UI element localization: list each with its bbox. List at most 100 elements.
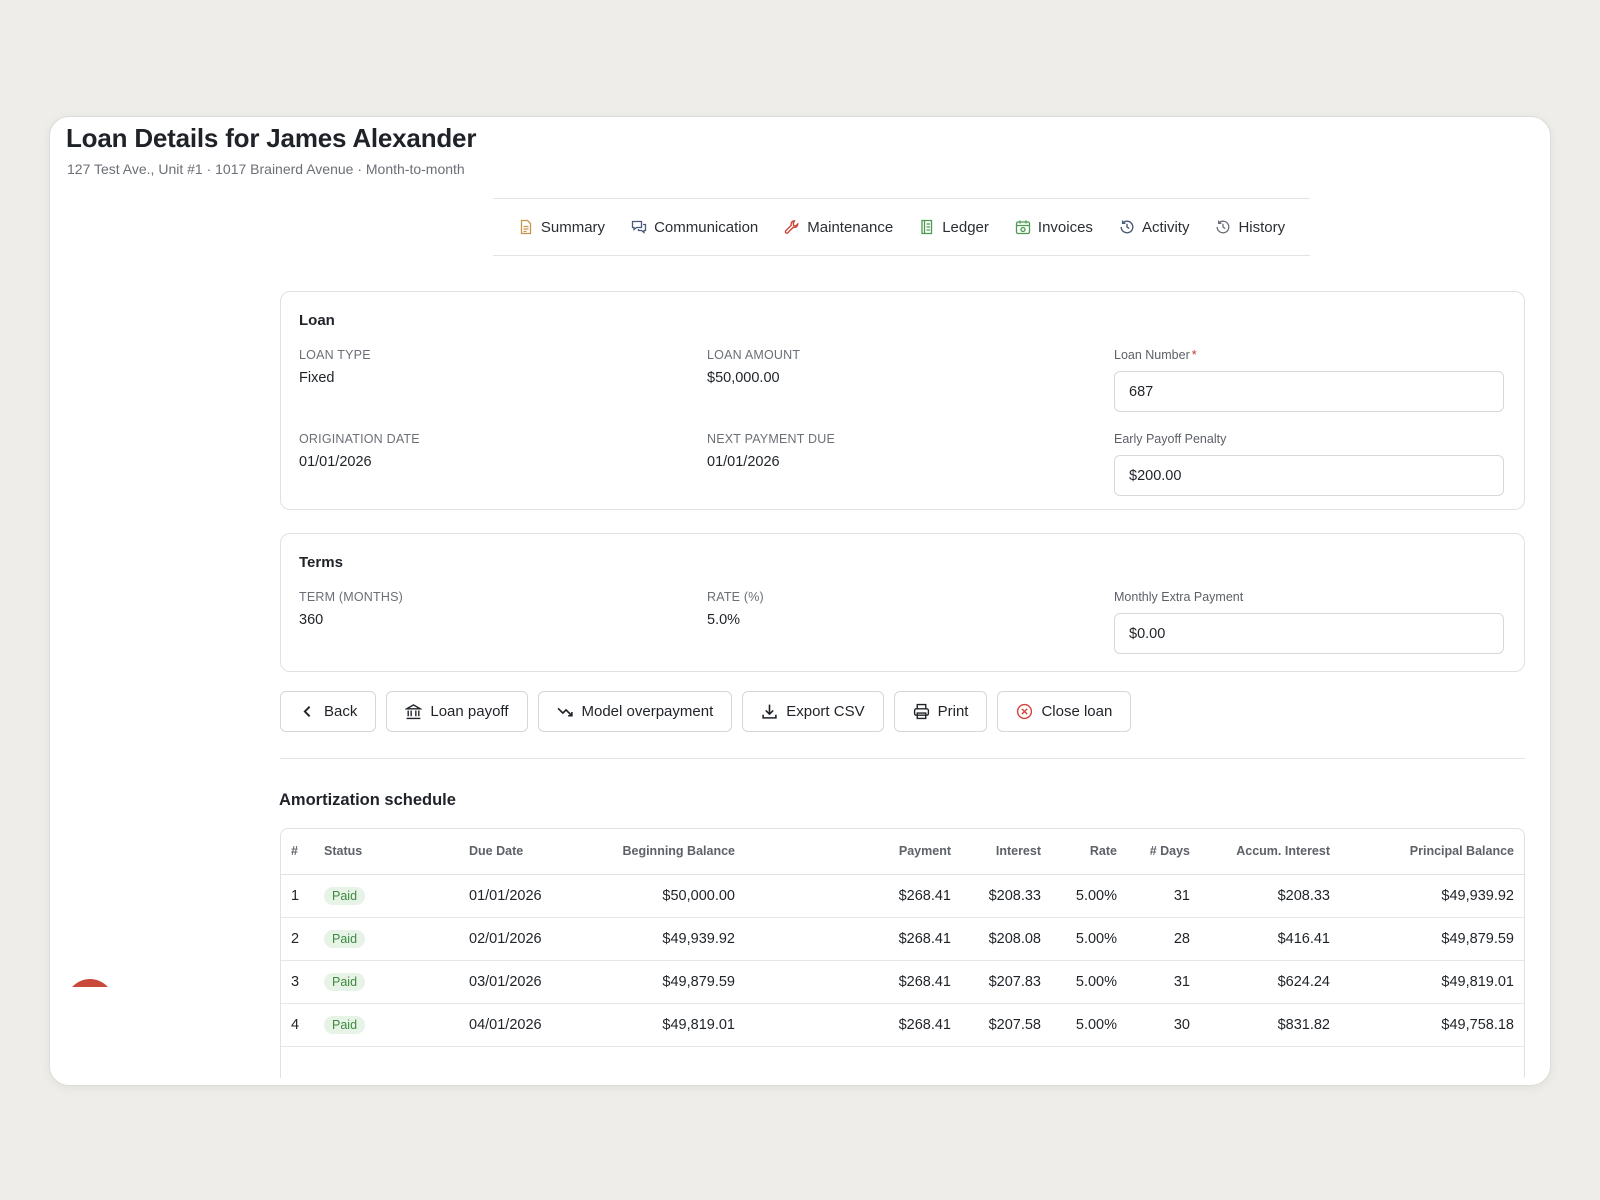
table-header-row: # Status Due Date Beginning Balance Paym… xyxy=(281,829,1524,875)
early-payoff-penalty-label: Early Payoff Penalty xyxy=(1114,432,1227,446)
tab-label: Invoices xyxy=(1037,218,1093,236)
tab-label: History xyxy=(1238,218,1286,236)
back-button[interactable]: Back xyxy=(280,691,377,732)
page-title: Loan Details for James Alexander xyxy=(66,123,477,153)
action-bar: Back Loan payoff Model overpayment Expor… xyxy=(280,691,1132,732)
interest: $207.83 xyxy=(951,960,1041,1004)
loan-number-label-text: Loan Number xyxy=(1114,348,1190,362)
loan-number-label: Loan Number * xyxy=(1114,348,1197,362)
loan-type-label: LOAN TYPE xyxy=(299,348,371,362)
calendar-icon xyxy=(1015,220,1031,235)
column-header[interactable]: Due Date xyxy=(469,829,564,875)
ledger-icon xyxy=(921,219,933,235)
loan-amount-label: LOAN AMOUNT xyxy=(707,348,801,362)
loan-payoff-button[interactable]: Loan payoff xyxy=(386,691,528,732)
row-number: 4 xyxy=(281,1003,324,1047)
due-date: 04/01/2026 xyxy=(469,1003,564,1047)
principal-balance: $49,879.59 xyxy=(1330,917,1524,961)
tab-label: Summary xyxy=(540,218,606,236)
column-header[interactable]: Beginning Balance xyxy=(564,829,735,875)
table-row[interactable]: 2 Paid 02/01/2026 $49,939.92 $268.41 $20… xyxy=(281,917,1524,961)
due-date: 02/01/2026 xyxy=(469,917,564,961)
interest: $208.33 xyxy=(951,874,1041,918)
days: 31 xyxy=(1117,960,1190,1004)
table-row[interactable]: 3 Paid 03/01/2026 $49,879.59 $268.41 $20… xyxy=(281,960,1524,1004)
printer-icon xyxy=(913,703,929,720)
chat-icon xyxy=(631,220,647,234)
terms-card: Terms TERM (MONTHS) 360 RATE (%) 5.0% Mo… xyxy=(280,533,1525,672)
accumulated-interest: $831.82 xyxy=(1190,1003,1330,1047)
button-label: Export CSV xyxy=(786,703,865,720)
term-value: 360 xyxy=(299,612,324,628)
bank-icon xyxy=(405,704,423,720)
row-number: 3 xyxy=(281,960,324,1004)
early-payoff-penalty-input[interactable] xyxy=(1114,455,1504,496)
accumulated-interest: $416.41 xyxy=(1190,917,1330,961)
column-header[interactable]: Status xyxy=(324,829,469,875)
days: 28 xyxy=(1117,917,1190,961)
tab-communication[interactable]: Communication xyxy=(618,219,771,236)
rate-value: 5.0% xyxy=(707,612,741,628)
principal-balance: $49,758.18 xyxy=(1330,1003,1524,1047)
payment: $268.41 xyxy=(735,917,951,961)
rate: 5.00% xyxy=(1041,874,1117,918)
tab-label: Communication xyxy=(654,218,759,236)
column-header[interactable]: Payment xyxy=(735,829,951,875)
status-badge: Paid xyxy=(324,886,366,905)
tab-maintenance[interactable]: Maintenance xyxy=(771,219,906,236)
loan-number-input[interactable] xyxy=(1114,371,1504,412)
column-header[interactable]: # xyxy=(281,829,324,875)
table-row[interactable]: 4 Paid 04/01/2026 $49,819.01 $268.41 $20… xyxy=(281,1003,1524,1047)
tab-summary[interactable]: Summary xyxy=(505,219,618,236)
principal-balance: $49,819.01 xyxy=(1330,960,1524,1004)
column-header[interactable]: # Days xyxy=(1117,829,1190,875)
export-csv-button[interactable]: Export CSV xyxy=(742,691,884,732)
status-badge: Paid xyxy=(324,972,366,991)
monthly-extra-payment-input[interactable] xyxy=(1114,613,1504,654)
interest: $208.08 xyxy=(951,917,1041,961)
card-title: Loan xyxy=(299,312,335,329)
tab-label: Activity xyxy=(1141,218,1190,236)
section-divider xyxy=(280,758,1525,759)
app-window: Loan Details for James Alexander 127 Tes… xyxy=(49,116,1551,1086)
beginning-balance: $50,000.00 xyxy=(564,874,735,918)
table-row xyxy=(281,1046,1524,1066)
download-icon xyxy=(762,704,777,719)
principal-balance: $49,939.92 xyxy=(1330,874,1524,918)
payment: $268.41 xyxy=(735,1003,951,1047)
term-label: TERM (MONTHS) xyxy=(299,590,403,604)
rate: 5.00% xyxy=(1041,1003,1117,1047)
monthly-extra-payment-label: Monthly Extra Payment xyxy=(1114,590,1244,604)
status-badge: Paid xyxy=(324,1015,366,1034)
tab-bar: Summary Communication Maintenance Ledger… xyxy=(493,198,1310,256)
model-overpayment-button[interactable]: Model overpayment xyxy=(537,691,733,732)
tab-ledger[interactable]: Ledger xyxy=(906,219,1002,236)
table-row[interactable]: 1 Paid 01/01/2026 $50,000.00 $268.41 $20… xyxy=(281,874,1524,918)
row-number: 1 xyxy=(281,874,324,918)
print-button[interactable]: Print xyxy=(893,691,988,732)
document-icon xyxy=(520,219,532,235)
payment: $268.41 xyxy=(735,874,951,918)
payment: $268.41 xyxy=(735,960,951,1004)
interest: $207.58 xyxy=(951,1003,1041,1047)
tab-invoices[interactable]: Invoices xyxy=(1002,219,1106,236)
rate: 5.00% xyxy=(1041,960,1117,1004)
button-label: Back xyxy=(324,703,358,720)
next-payment-value: 01/01/2026 xyxy=(707,454,780,470)
tab-label: Maintenance xyxy=(807,218,894,236)
rate-label: RATE (%) xyxy=(707,590,764,604)
column-header[interactable]: Interest xyxy=(951,829,1041,875)
tab-history[interactable]: History xyxy=(1202,219,1298,236)
column-header[interactable]: Principal Balance xyxy=(1330,829,1524,875)
column-header[interactable]: Rate xyxy=(1041,829,1117,875)
status-cell: Paid xyxy=(324,1003,469,1047)
fab-mask xyxy=(50,987,170,1085)
close-loan-button[interactable]: Close loan xyxy=(997,691,1132,732)
rate: 5.00% xyxy=(1041,917,1117,961)
column-header[interactable]: Accum. Interest xyxy=(1190,829,1330,875)
days: 30 xyxy=(1117,1003,1190,1047)
trending-down-icon xyxy=(556,707,573,717)
next-payment-label: NEXT PAYMENT DUE xyxy=(707,432,835,446)
days: 31 xyxy=(1117,874,1190,918)
tab-activity[interactable]: Activity xyxy=(1106,219,1203,236)
